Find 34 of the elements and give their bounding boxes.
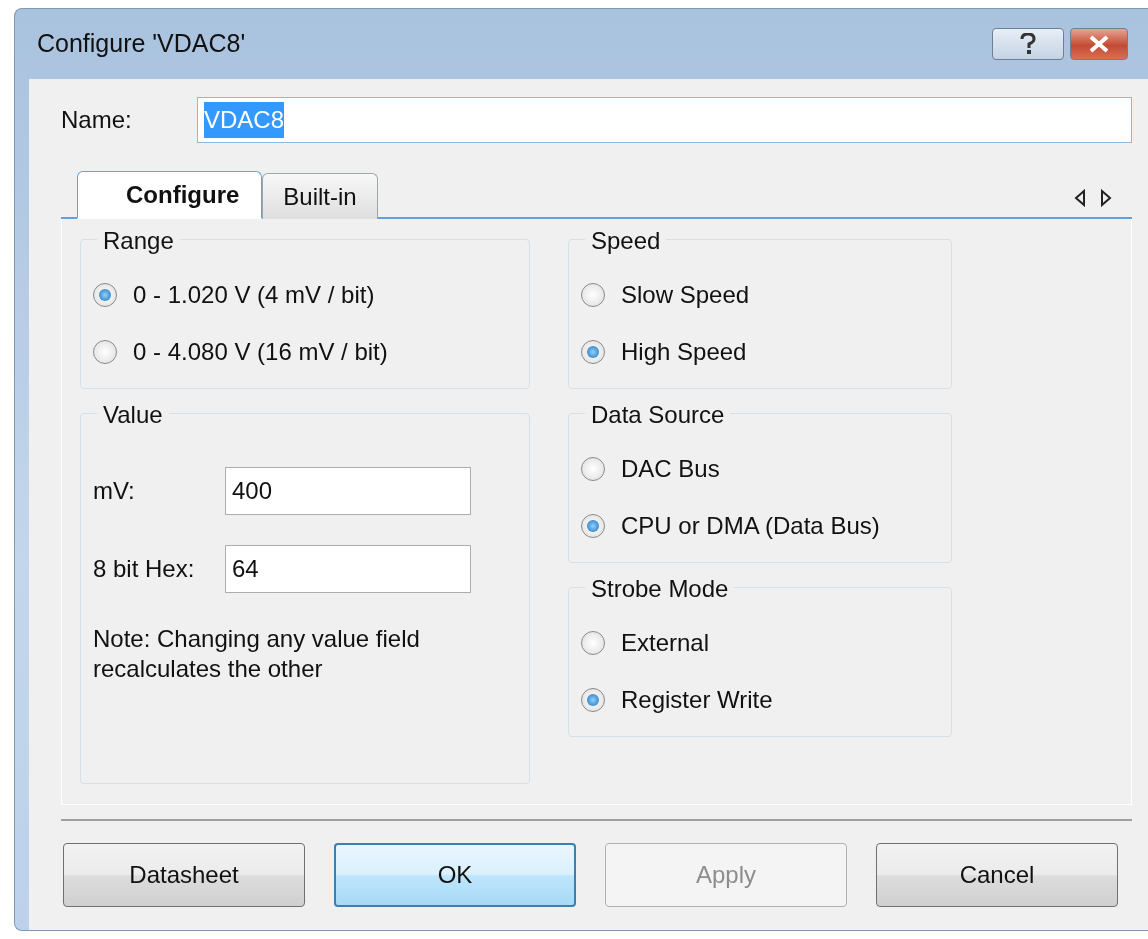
right-arrow-icon[interactable]: [1100, 189, 1112, 207]
help-button[interactable]: [992, 28, 1064, 60]
radio-button[interactable]: [93, 339, 117, 364]
note-text: Note: Changing any value field recalculates the other: [93, 624, 421, 684]
radio-button[interactable]: [581, 282, 605, 307]
field-label: 8 bit Hex:: [93, 554, 196, 584]
dialog-button[interactable]: Cancel: [876, 843, 1118, 907]
input-field[interactable]: 64: [225, 545, 471, 593]
window-title: Configure 'VDAC8': [37, 28, 246, 60]
close-button[interactable]: [1070, 28, 1128, 60]
dialog-button[interactable]: OK: [334, 843, 576, 907]
radio-label[interactable]: 0 - 4.080 V (16 mV / bit): [133, 333, 388, 370]
radio-label[interactable]: Register Write: [621, 681, 773, 718]
tab[interactable]: Configure: [77, 171, 263, 219]
help-icon: [1020, 33, 1036, 55]
input-field[interactable]: 400: [225, 467, 471, 515]
radio-label[interactable]: CPU or DMA (Data Bus): [621, 507, 880, 544]
radio-label[interactable]: External: [621, 624, 710, 661]
radio-label[interactable]: 0 - 1.020 V (4 mV / bit): [133, 276, 375, 313]
radio-button[interactable]: [581, 513, 605, 538]
radio-button[interactable]: [581, 456, 605, 481]
field-label: mV:: [93, 476, 136, 506]
radio-button[interactable]: [93, 282, 117, 307]
radio-button[interactable]: [581, 339, 605, 364]
left-arrow-icon[interactable]: [1074, 189, 1086, 207]
name-label: Name:: [61, 105, 133, 135]
dialog-button[interactable]: Datasheet: [63, 843, 305, 907]
radio-label[interactable]: Slow Speed: [621, 276, 750, 313]
radio-label[interactable]: High Speed: [621, 333, 747, 370]
radio-button[interactable]: [581, 687, 605, 712]
radio-button[interactable]: [581, 630, 605, 655]
radio-label[interactable]: DAC Bus: [621, 450, 720, 487]
tab[interactable]: Built-in: [262, 173, 378, 219]
close-icon: [1088, 35, 1110, 53]
